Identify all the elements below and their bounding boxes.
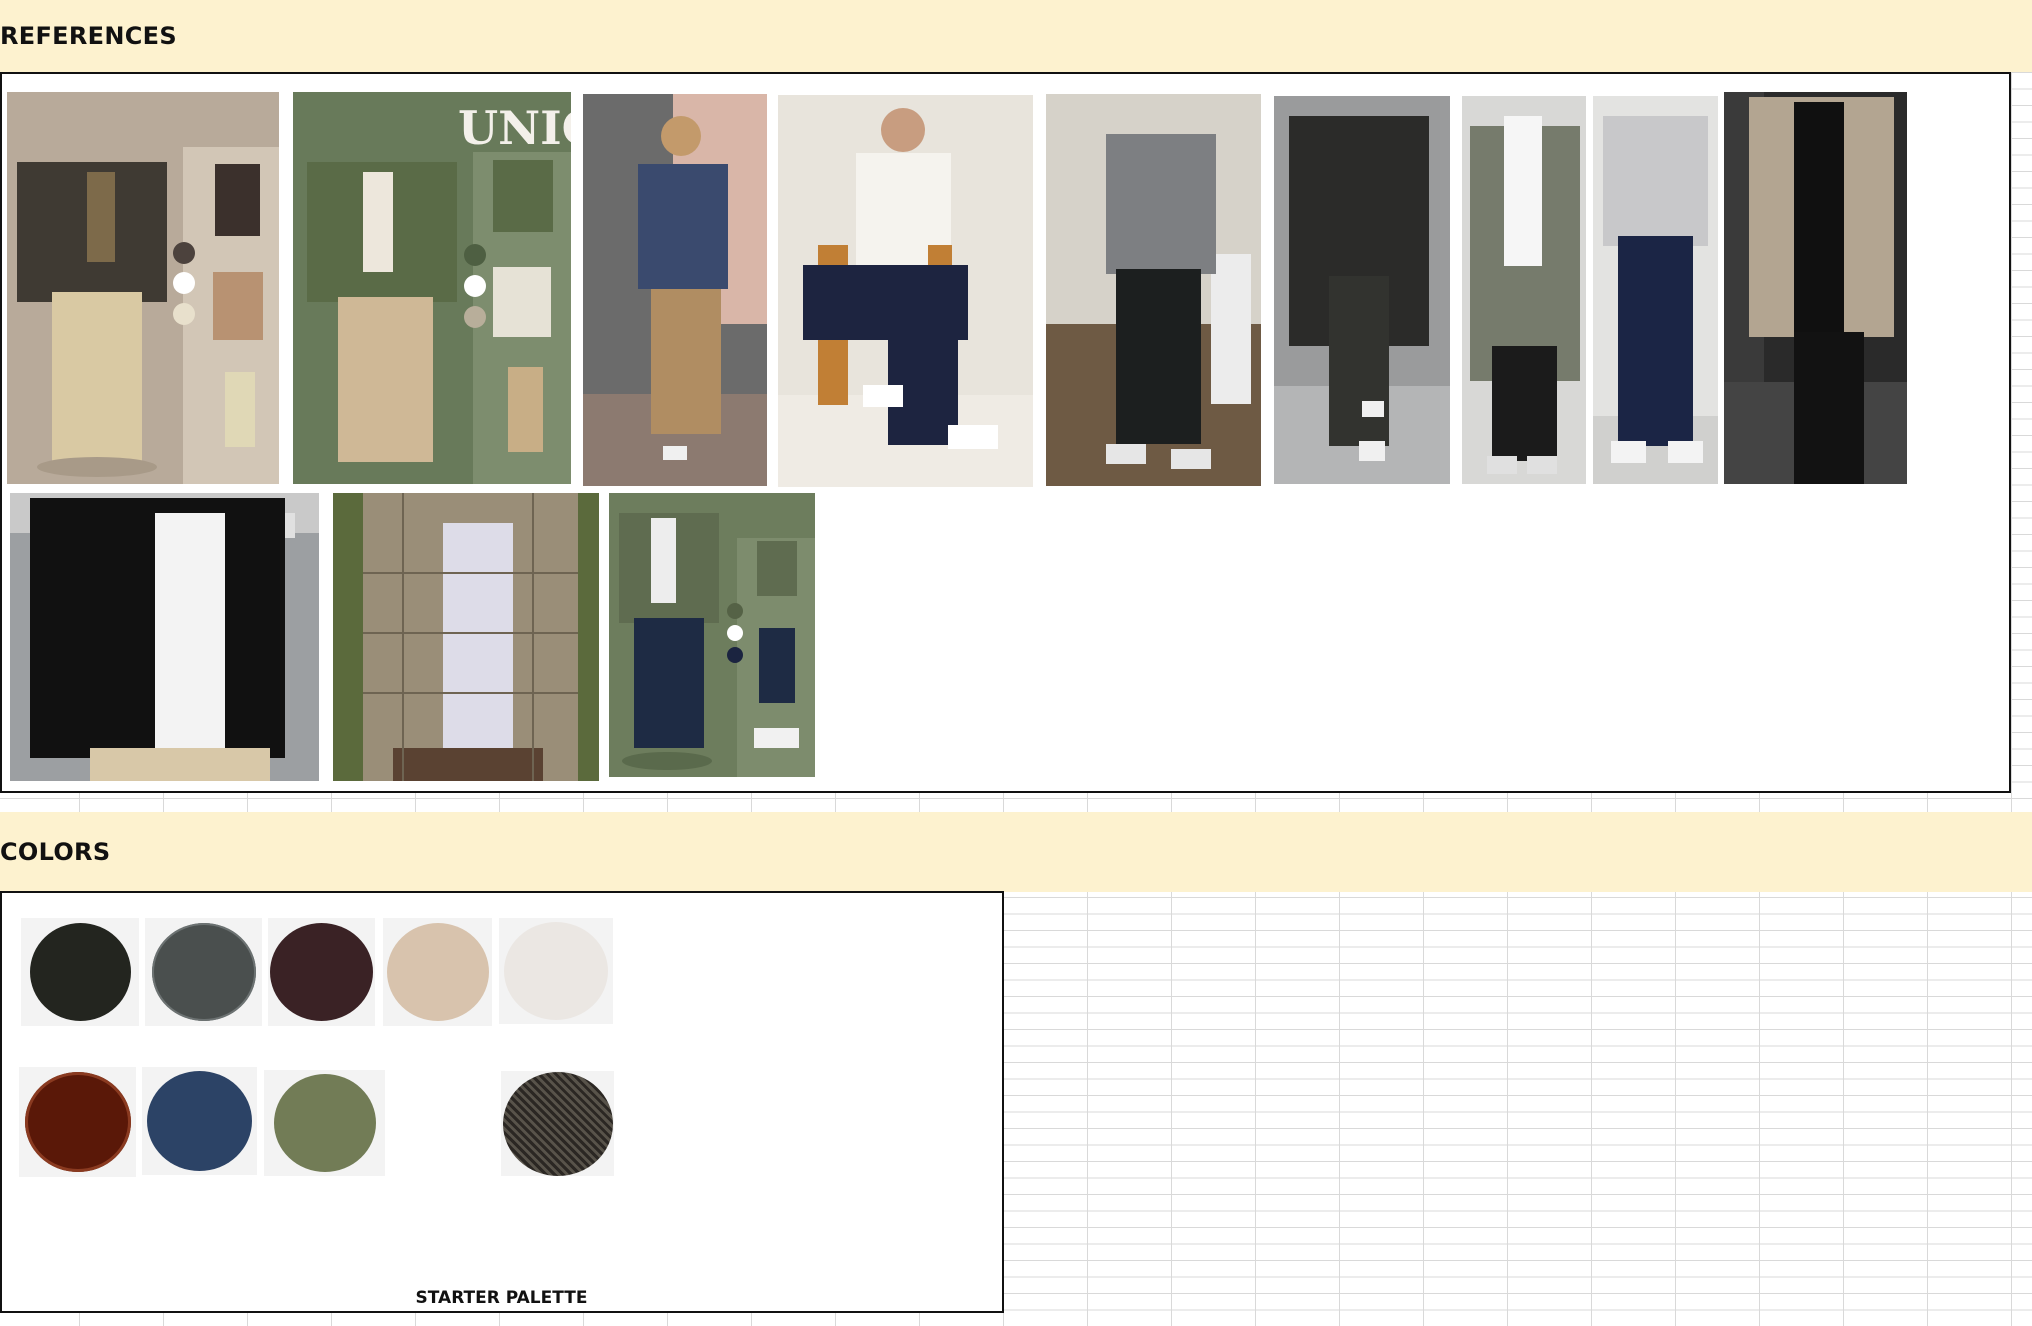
ref-outfit-olive-overcoat[interactable]: [1462, 96, 1586, 484]
swatch-tile[interactable]: [268, 918, 375, 1026]
ref-outfit-grey-sweatshirt-navy-pants[interactable]: [1593, 96, 1718, 484]
ref-outfit-olive-jacket-uniqlo[interactable]: UNIQL: [293, 92, 571, 484]
references-header-band: REFERENCES: [0, 0, 2032, 72]
ref-outfit-white-sweater-chair[interactable]: [778, 95, 1033, 487]
colors-title: COLORS: [0, 838, 111, 866]
color-swatch-black: [29, 923, 131, 1021]
ref-outfit-black-hoodie-coat[interactable]: [1274, 96, 1450, 484]
swatch-tile[interactable]: [19, 1067, 136, 1177]
swatch-tile[interactable]: [21, 918, 139, 1026]
color-swatch-off-white: [504, 922, 608, 1020]
swatch-tile[interactable]: [501, 1071, 614, 1176]
ref-outfit-beige-overshirt[interactable]: [1724, 92, 1907, 484]
ref-outfit-brown-shirt-jacket[interactable]: [7, 92, 279, 484]
color-swatch-navy: [147, 1071, 252, 1171]
swatch-tile[interactable]: [145, 918, 262, 1026]
swatch-tile[interactable]: [499, 918, 613, 1024]
swatch-tile[interactable]: [142, 1067, 257, 1175]
references-frame: UNIQL: [0, 72, 2011, 793]
colors-header-band: COLORS: [0, 812, 2032, 892]
color-swatch-rust: [24, 1072, 131, 1172]
color-swatch-charcoal: [151, 923, 256, 1021]
ref-outfit-olive-jacket-jeans[interactable]: [609, 493, 815, 777]
swatch-tile[interactable]: [264, 1070, 385, 1176]
texture-swatch-herringbone: [502, 1071, 613, 1176]
references-title: REFERENCES: [0, 22, 177, 50]
color-swatch-olive: [273, 1074, 376, 1172]
ref-outfit-navy-hoodie[interactable]: [583, 94, 767, 486]
ref-outfit-plaid-overshirt[interactable]: [333, 493, 599, 781]
uniqlo-overlay-text: UNIQL: [458, 101, 571, 155]
starter-palette-label: STARTER PALETTE: [415, 1288, 588, 1308]
color-swatch-dark-brown: [270, 923, 373, 1021]
color-swatch-beige: [386, 923, 489, 1021]
swatch-tile[interactable]: [383, 918, 492, 1026]
ref-outfit-black-jacket[interactable]: [10, 493, 319, 781]
ref-outfit-grey-sweater[interactable]: [1046, 94, 1261, 486]
